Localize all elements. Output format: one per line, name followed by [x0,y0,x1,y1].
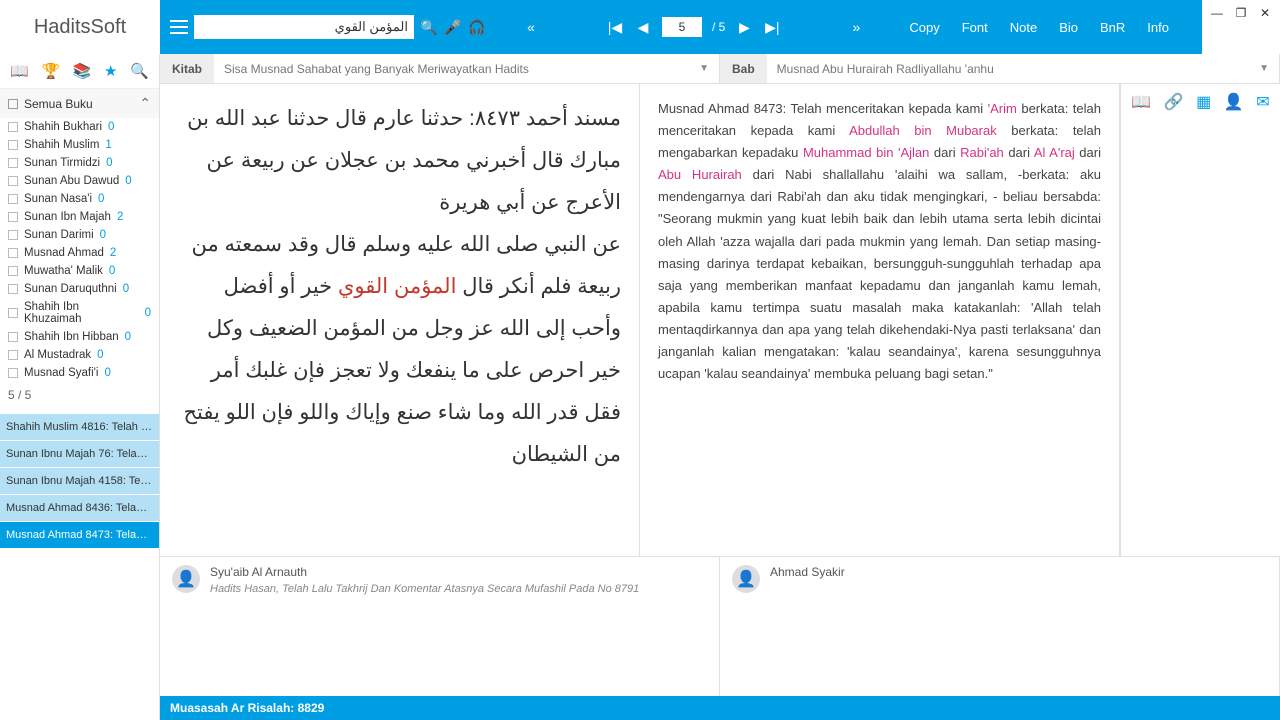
book-item[interactable]: Shahih Ibn Khuzaimah0 [0,298,159,328]
book-item[interactable]: Sunan Daruquthni0 [0,280,159,298]
avatar-icon: 👤 [172,565,200,593]
book-item[interactable]: Musnad Syafi'i0 [0,364,159,382]
library-icon[interactable]: 📚 [73,62,92,80]
nav-first-icon[interactable]: « [522,18,540,36]
chevron-down-icon: ▼ [1249,63,1279,74]
book-item[interactable]: Muwatha' Malik0 [0,262,159,280]
trophy-icon[interactable]: 🏆 [42,62,61,80]
book-item[interactable]: Musnad Ahmad2 [0,244,159,262]
search-icon[interactable]: 🔍 [420,18,438,36]
right-sidebar: 📖 🔗 ▦ 👤 ✉ [1120,84,1280,556]
headphones-icon[interactable]: 🎧 [468,18,486,36]
bio-button[interactable]: Bio [1051,20,1086,35]
mail-icon[interactable]: ✉ [1256,92,1269,112]
kitab-dropdown[interactable]: Kitab Sisa Musnad Sahabat yang Banyak Me… [160,54,720,83]
bab-dropdown[interactable]: Bab Musnad Abu Hurairah Radliyallahu 'an… [720,54,1280,83]
close-icon[interactable]: ✕ [1258,6,1272,20]
search-input[interactable] [194,15,414,39]
highlight-term: المؤمن القوي [338,275,456,298]
arabic-line-2: عن النبي صلى الله عليه وسلم قال وقد سمعت… [178,224,621,476]
result-item[interactable]: Sunan Ibnu Majah 76: Telah men... [0,441,159,468]
result-item[interactable]: Musnad Ahmad 8436: Telah men... [0,495,159,522]
sidebar-pager: 5 / 5 [0,382,159,408]
page-total: / 5 [712,20,725,34]
book-icon[interactable]: 📖 [10,62,29,80]
book-list-header[interactable]: Semua Buku ⌃ [0,89,159,118]
chevron-down-icon: ▼ [689,63,719,74]
chevron-up-icon: ⌃ [139,95,151,112]
nav-next-icon[interactable]: ▶ [735,18,753,36]
star-icon[interactable]: ★ [104,62,117,80]
book-item[interactable]: Sunan Abu Dawud0 [0,172,159,190]
toolbar: 🔍 🎤 🎧 « |◀ ◀ / 5 ▶ ▶| » Copy Font Note B… [160,0,1202,54]
note-button[interactable]: Note [1002,20,1045,35]
nav-last-icon[interactable]: » [847,18,865,36]
translation-pane: Musnad Ahmad 8473: Telah menceritakan ke… [640,84,1120,556]
nav-last-page-icon[interactable]: ▶| [763,18,781,36]
mic-icon[interactable]: 🎤 [444,18,462,36]
search-sidebar-icon[interactable]: 🔍 [130,62,149,80]
app-logo: HaditsSoft [34,16,126,39]
sidebar: 📖 🏆 📚 ★ 🔍 Semua Buku ⌃ Shahih Bukhari0Sh… [0,54,160,720]
nav-first-page-icon[interactable]: |◀ [606,18,624,36]
user-icon[interactable]: 👤 [1224,92,1244,112]
book-item[interactable]: Shahih Muslim1 [0,136,159,154]
arabic-pane: مسند أحمد ٨٤٧٣: حدثنا عارم قال حدثنا عبد… [160,84,640,556]
commentator-1: 👤 Syu'aib Al Arnauth Hadits Hasan, Telah… [160,557,720,696]
page-input[interactable] [662,17,702,37]
info-button[interactable]: Info [1139,20,1177,35]
menu-icon[interactable] [170,20,188,34]
bnr-button[interactable]: BnR [1092,20,1133,35]
book-item[interactable]: Al Mustadrak0 [0,346,159,364]
status-bar: Muasasah Ar Risalah: 8829 [160,696,1280,720]
result-item[interactable]: Sunan Ibnu Majah 4158: Telah m... [0,468,159,495]
maximize-icon[interactable]: ❐ [1234,6,1248,20]
open-book-icon[interactable]: 📖 [1131,92,1151,112]
avatar-icon: 👤 [732,565,760,593]
book-item[interactable]: Sunan Darimi0 [0,226,159,244]
book-item[interactable]: Sunan Tirmidzi0 [0,154,159,172]
commentator-2: 👤 Ahmad Syakir [720,557,1280,696]
link-icon[interactable]: 🔗 [1164,92,1184,112]
book-item[interactable]: Sunan Ibn Majah2 [0,208,159,226]
font-button[interactable]: Font [954,20,996,35]
result-item[interactable]: Shahih Muslim 4816: Telah menc... [0,414,159,441]
result-item[interactable]: Musnad Ahmad 8473: Telah men... [0,522,159,549]
copy-button[interactable]: Copy [901,20,947,35]
arabic-line-1: مسند أحمد ٨٤٧٣: حدثنا عارم قال حدثنا عبد… [178,98,621,224]
book-item[interactable]: Sunan Nasa'i0 [0,190,159,208]
grid-icon[interactable]: ▦ [1196,92,1211,112]
minimize-icon[interactable]: — [1210,6,1224,20]
nav-prev-icon[interactable]: ◀ [634,18,652,36]
book-item[interactable]: Shahih Bukhari0 [0,118,159,136]
book-item[interactable]: Shahih Ibn Hibban0 [0,328,159,346]
